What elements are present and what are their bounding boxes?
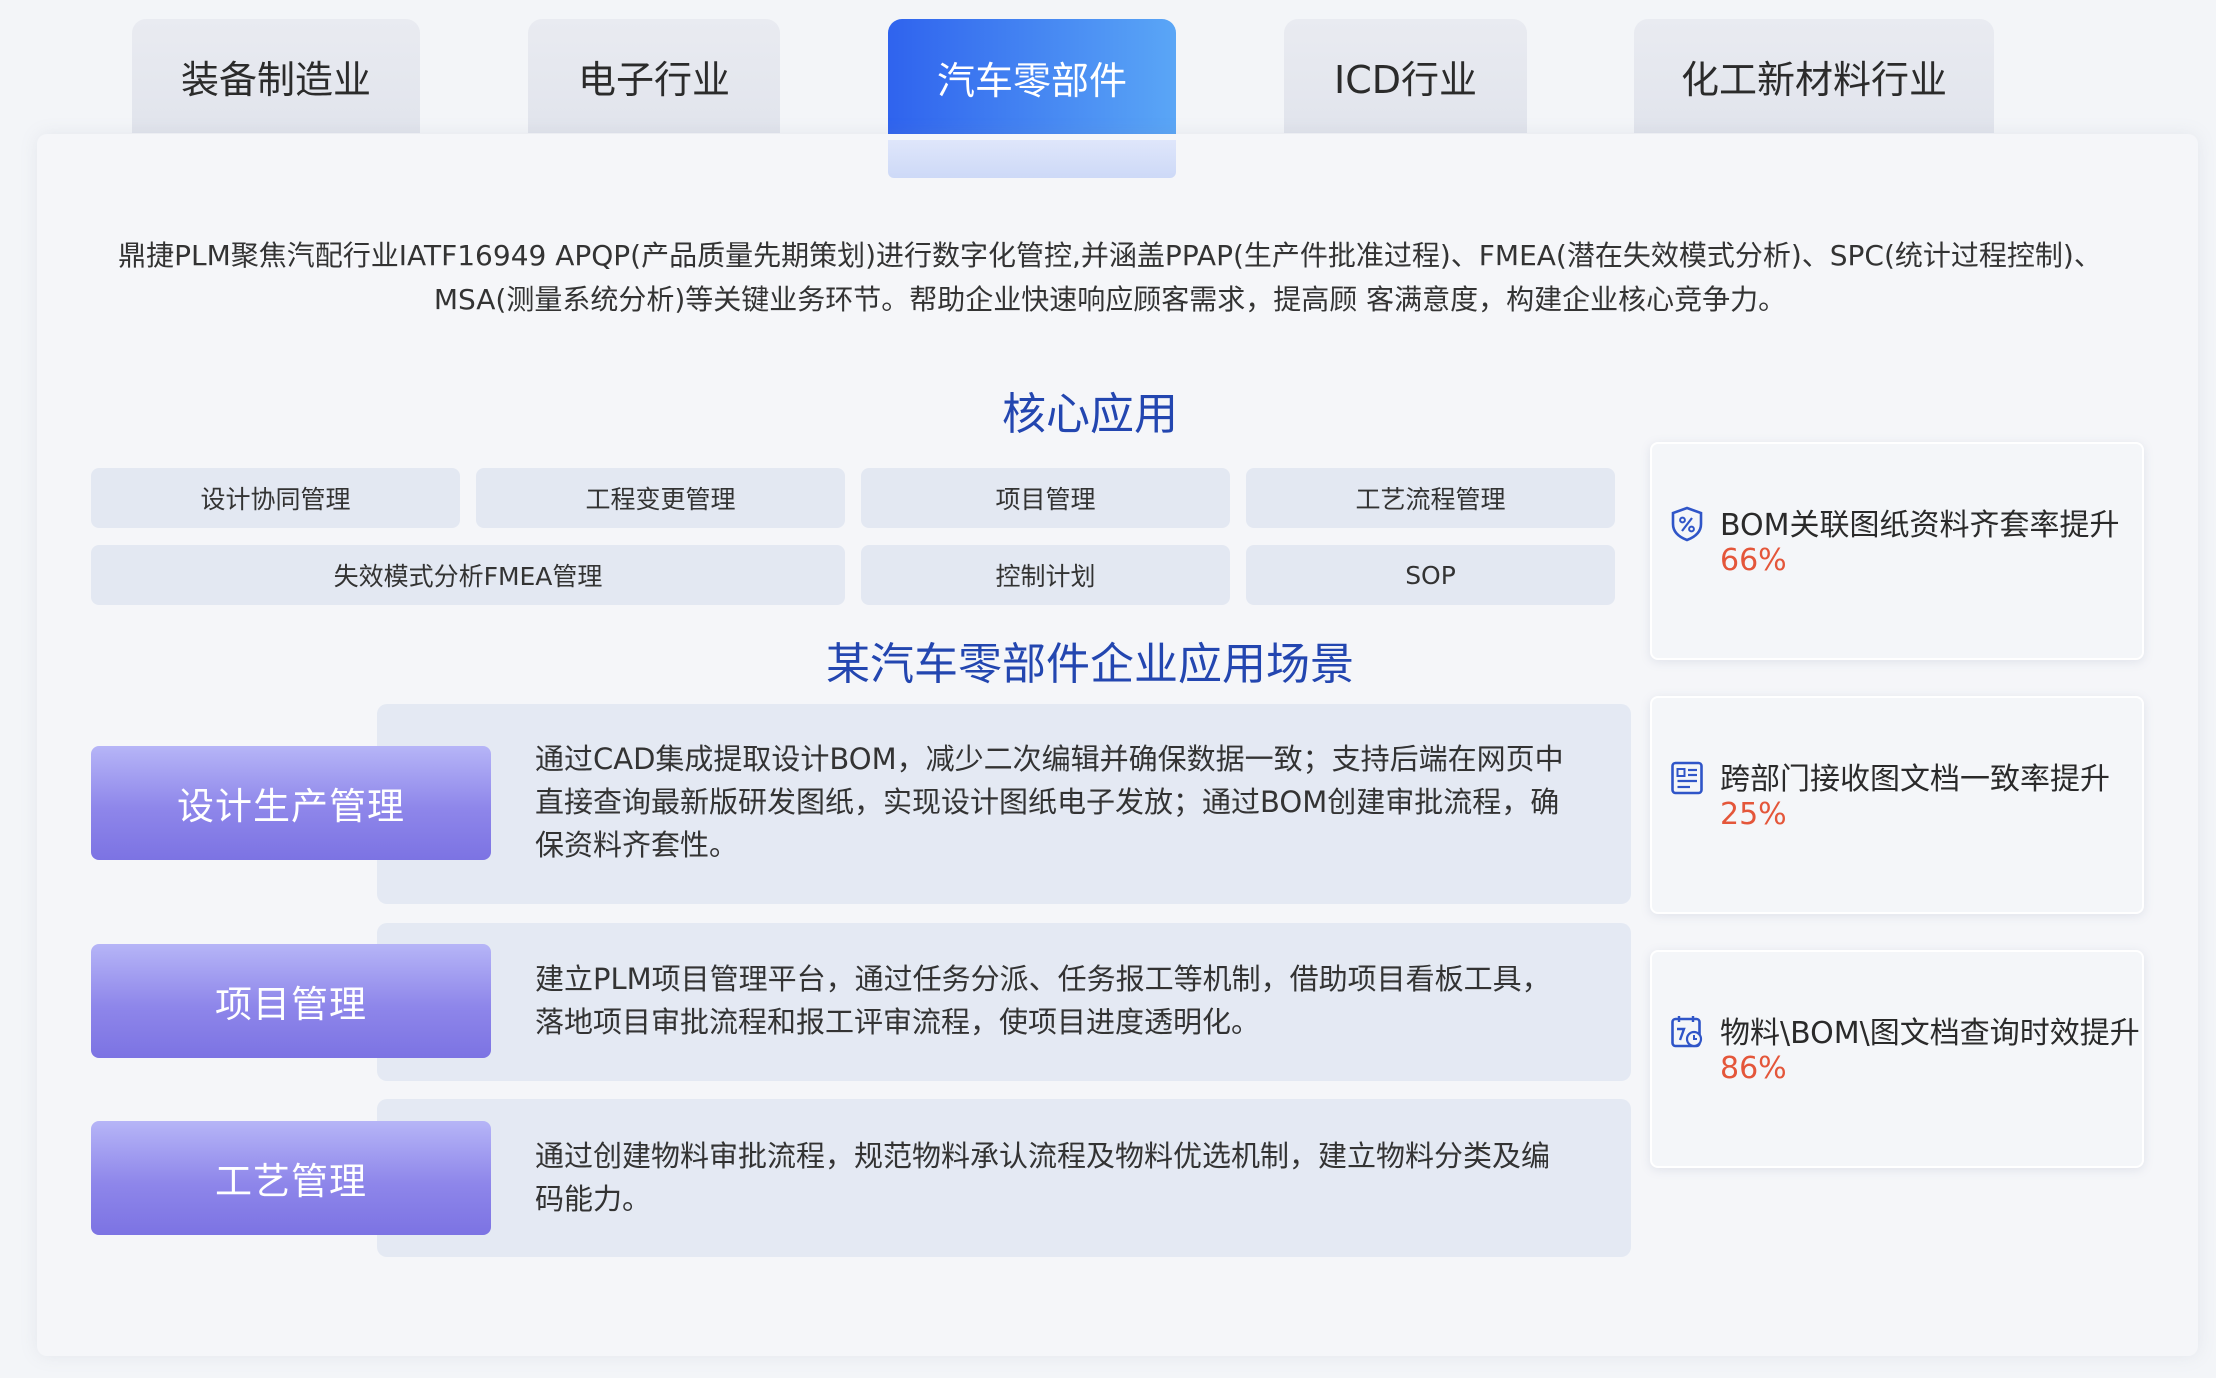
document-list-icon bbox=[1671, 761, 1703, 795]
scenario-description: 建立PLM项目管理平台，通过任务分派、任务报工等机制，借助项目看板工具，落地项目… bbox=[535, 962, 1551, 1039]
core-app-chip: 失效模式分析FMEA管理 bbox=[91, 545, 845, 605]
intro-paragraph: 鼎捷PLM聚焦汽配行业IATF16949 APQP(产品质量先期策划)进行数字化… bbox=[90, 234, 2130, 322]
stat-value: 86% bbox=[1720, 1051, 1787, 1086]
tab-icd[interactable]: ICD行业 bbox=[1284, 19, 1527, 133]
scenario-label-design-production: 设计生产管理 bbox=[91, 746, 491, 860]
scenario-description: 通过创建物料审批流程，规范物料承认流程及物料优选机制，建立物料分类及编码能力。 bbox=[535, 1139, 1551, 1216]
page: 装备制造业 电子行业 汽车零部件 ICD行业 化工新材料行业 鼎捷PLM聚焦汽配… bbox=[0, 0, 2216, 1378]
tab-electronics[interactable]: 电子行业 bbox=[528, 19, 780, 133]
scenario-label-project-management: 项目管理 bbox=[91, 944, 491, 1058]
scenarios-title: 某汽车零部件企业应用场景 bbox=[826, 639, 1354, 690]
stat-value: 66% bbox=[1720, 543, 1787, 578]
stat-label: 物料\BOM\图文档查询时效提升 bbox=[1720, 1016, 2140, 1051]
active-tab-indicator bbox=[888, 140, 1176, 178]
tab-equipment-manufacturing[interactable]: 装备制造业 bbox=[132, 19, 420, 133]
core-app-chip: 项目管理 bbox=[861, 468, 1230, 528]
intro-line-2: MSA(测量系统分析)等关键业务环节。帮助企业快速响应顾客需求，提高顾 客满意度… bbox=[433, 283, 1787, 316]
core-app-chip: 工艺流程管理 bbox=[1246, 468, 1615, 528]
calendar-clock-icon bbox=[1671, 1016, 1703, 1048]
stat-card: 物料\BOM\图文档查询时效提升 86% bbox=[1650, 950, 2144, 1168]
stat-label: BOM关联图纸资料齐套率提升 bbox=[1720, 508, 2120, 543]
core-apps-title: 核心应用 bbox=[1002, 389, 1178, 440]
core-app-chip: 工程变更管理 bbox=[476, 468, 845, 528]
stat-card: 跨部门接收图文档一致率提升 25% bbox=[1650, 696, 2144, 914]
tab-auto-parts[interactable]: 汽车零部件 bbox=[888, 19, 1176, 135]
stat-value: 25% bbox=[1720, 797, 1787, 832]
core-app-chip: SOP bbox=[1246, 545, 1615, 605]
scenario-description: 通过CAD集成提取设计BOM，减少二次编辑并确保数据一致；支持后端在网页中直接查… bbox=[535, 742, 1564, 862]
core-app-chip: 设计协同管理 bbox=[91, 468, 460, 528]
stat-label: 跨部门接收图文档一致率提升 bbox=[1720, 762, 2110, 797]
percent-shield-icon bbox=[1671, 506, 1703, 542]
stat-card: BOM关联图纸资料齐套率提升 66% bbox=[1650, 442, 2144, 660]
scenario-label-process-management: 工艺管理 bbox=[91, 1121, 491, 1235]
tab-chemical-materials[interactable]: 化工新材料行业 bbox=[1634, 19, 1994, 133]
core-app-chip: 控制计划 bbox=[861, 545, 1230, 605]
intro-line-1: 鼎捷PLM聚焦汽配行业IATF16949 APQP(产品质量先期策划)进行数字化… bbox=[118, 239, 2102, 272]
